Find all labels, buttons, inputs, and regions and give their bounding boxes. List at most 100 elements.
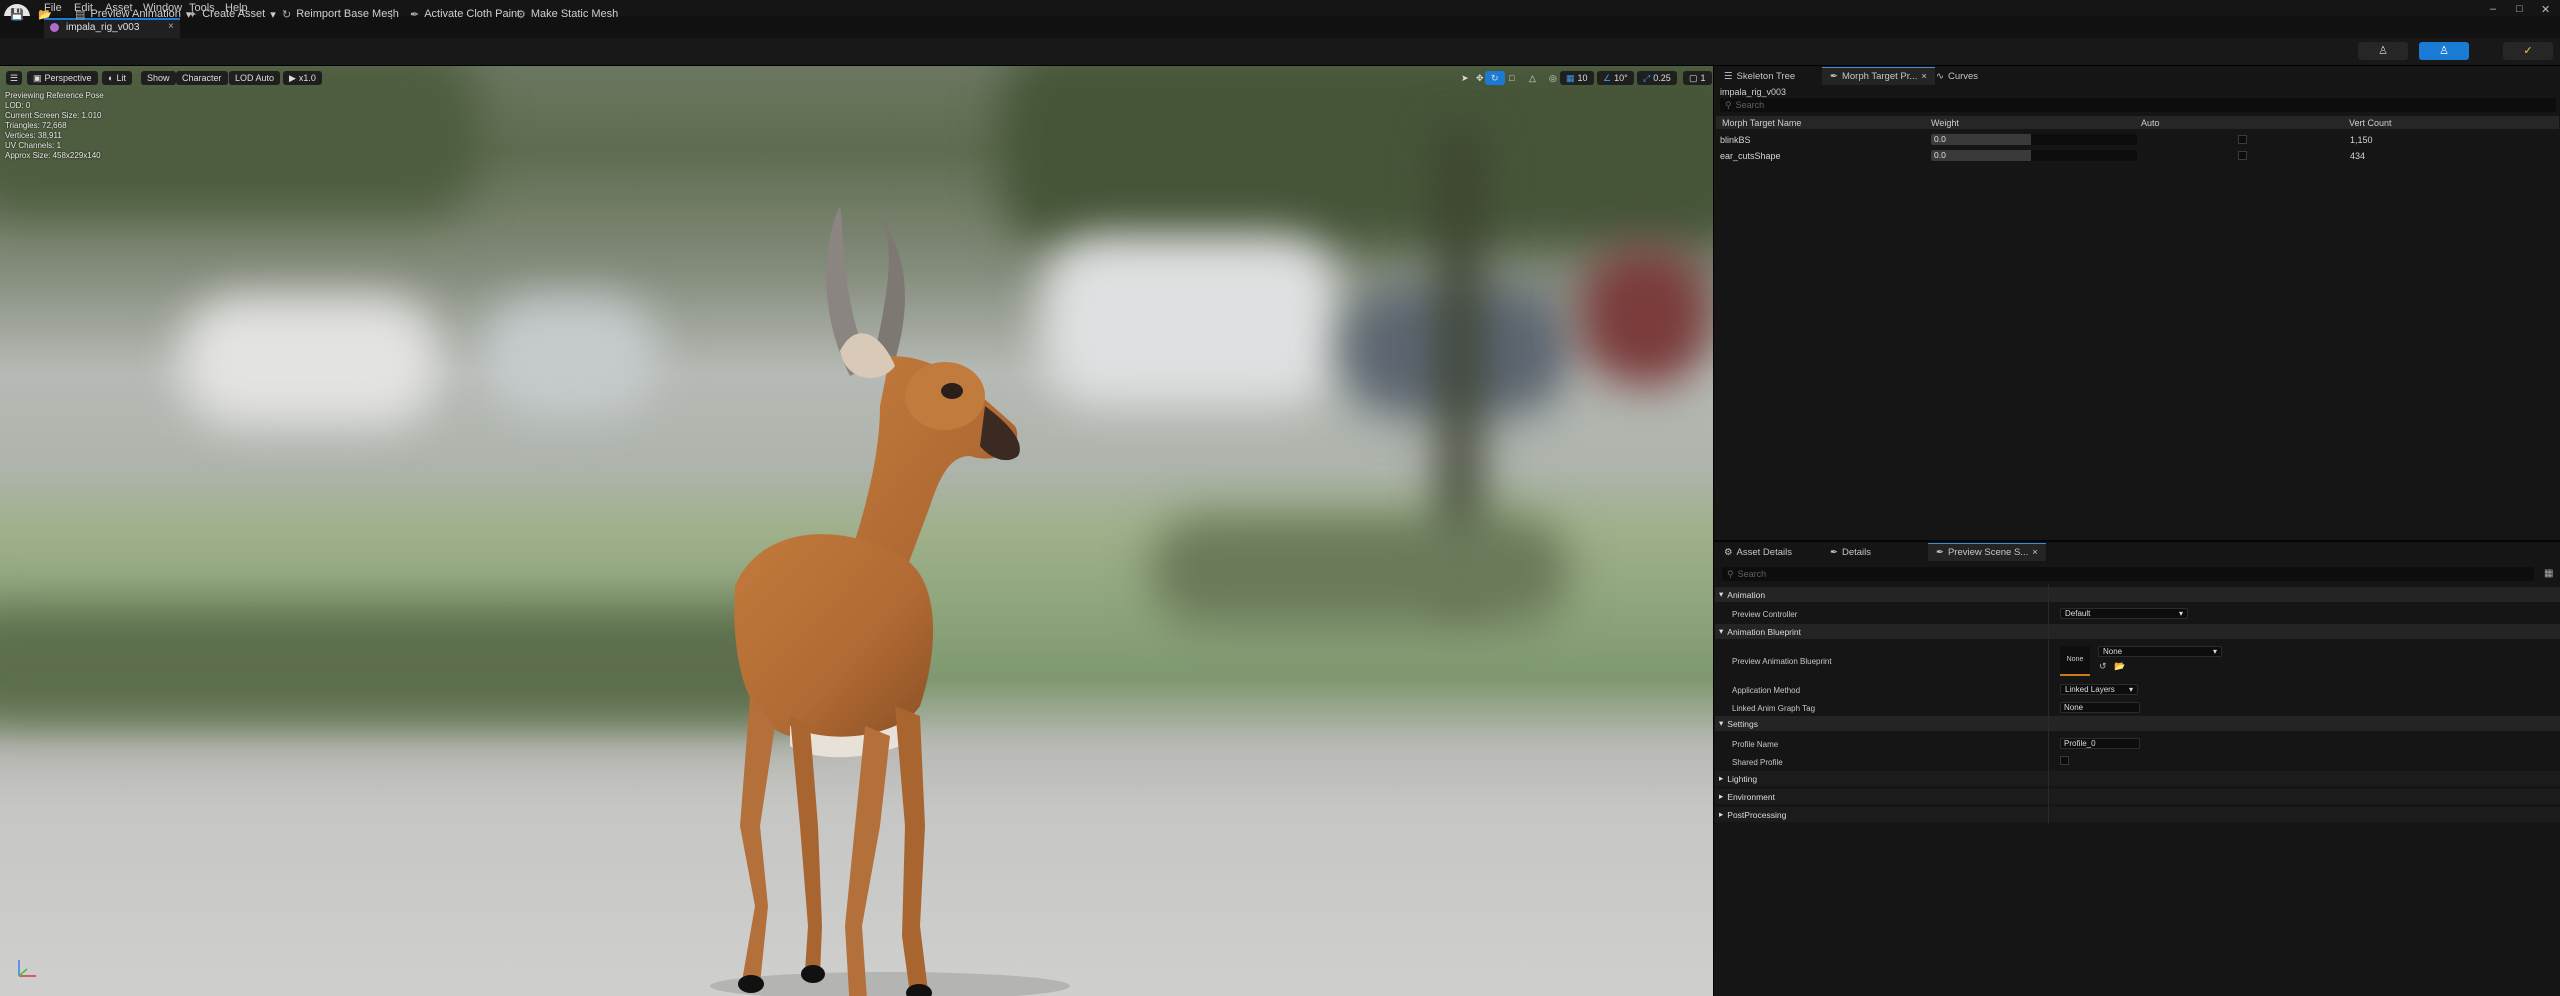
tab-close-icon[interactable]: ×: [2032, 547, 2038, 558]
grid-snap-button[interactable]: ▦ 10: [1560, 71, 1594, 85]
skeleton-icon: ☰: [1724, 70, 1733, 82]
search-icon: ⚲: [1725, 99, 1732, 110]
morph-search-input[interactable]: ⚲ Search: [1720, 98, 2556, 112]
application-method-dropdown[interactable]: Linked Layers ▾: [2060, 684, 2138, 695]
tab-curves[interactable]: ∿ Curves: [1928, 67, 1986, 85]
right-panel: [1713, 66, 2560, 996]
playback-speed-button[interactable]: ▶ x1.0: [283, 71, 322, 85]
tab-details-label: Details: [1841, 546, 1872, 558]
auto-checkbox[interactable]: [2238, 151, 2247, 160]
preview-controller-value: Default: [2065, 609, 2091, 618]
activate-cloth-paint-button[interactable]: ✒ Activate Cloth Paint: [410, 6, 520, 22]
use-selected-icon[interactable]: ↺: [2099, 661, 2107, 672]
rotate-icon[interactable]: ↻: [1485, 71, 1505, 85]
reimport-base-mesh-button[interactable]: ↻ Reimport Base Mesh: [282, 6, 399, 22]
anim-bp-thumbnail[interactable]: None: [2060, 646, 2090, 676]
character-button[interactable]: Character: [176, 71, 228, 85]
details-column-divider[interactable]: [2048, 584, 2049, 824]
details-search-input[interactable]: ⚲ Search: [1722, 567, 2534, 581]
close-window-button[interactable]: ✕: [2541, 3, 2550, 16]
chevron-down-icon: ▾: [1719, 626, 1724, 636]
preview-controller-dropdown[interactable]: Default ▾: [2060, 608, 2188, 619]
column-vert-count[interactable]: Vert Count: [2349, 118, 2392, 128]
brush-icon: ✒: [410, 8, 420, 21]
linked-anim-graph-tag-input[interactable]: None: [2060, 702, 2140, 713]
chevron-down-icon: ▾: [1719, 718, 1724, 728]
create-asset-button[interactable]: ✦ Create Asset ▾: [188, 6, 276, 22]
chevron-down-icon: ▾: [270, 8, 276, 21]
details-search-placeholder: Search: [1737, 569, 1767, 579]
document-tab-close-icon[interactable]: ×: [168, 21, 174, 32]
scale-icon[interactable]: □: [1503, 71, 1520, 85]
save-icon[interactable]: 💾: [10, 6, 24, 22]
camera-speed-icon: ▢: [1689, 72, 1698, 83]
viewport[interactable]: ☰ ▣ Perspective ◐ Lit Show Character LOD A…: [0, 66, 1713, 996]
viewport-options-icon[interactable]: ☰: [6, 71, 23, 85]
view-options-icon[interactable]: ▦: [2544, 568, 2553, 579]
morph-asset-name: impala_rig_v003: [1720, 87, 1787, 97]
tab-morph-target-preview[interactable]: ✒ Morph Target Pr... ×: [1822, 67, 1935, 85]
tab-skeleton-tree[interactable]: ☰ Skeleton Tree: [1716, 67, 1803, 85]
browse-asset-icon[interactable]: 📂: [2114, 661, 2125, 672]
lod-button[interactable]: LOD Auto: [229, 71, 281, 85]
viewport-stat: LOD: 0: [5, 101, 31, 110]
tab-preview-scene-settings[interactable]: ✒ Preview Scene S... ×: [1928, 543, 2046, 561]
viewport-stat: Approx Size: 458x229x140: [5, 151, 101, 160]
mesh-mode-icon[interactable]: ♙: [2419, 42, 2469, 60]
angle-snap-button[interactable]: ∠ 10°: [1597, 71, 1634, 85]
minimize-button[interactable]: –: [2490, 3, 2496, 15]
weight-slider[interactable]: 0.0: [1931, 134, 2137, 145]
section-postprocessing[interactable]: ▸ PostProcessing: [1715, 807, 2560, 822]
perspective-button[interactable]: ▣ Perspective: [27, 71, 98, 85]
preview-animation-button[interactable]: ▤ Preview Animation ▾: [75, 6, 191, 22]
maximize-button[interactable]: □: [2516, 3, 2523, 15]
section-animation[interactable]: ▾ Animation: [1715, 587, 2560, 602]
panel-splitter[interactable]: [1714, 540, 2560, 542]
section-settings[interactable]: ▾ Settings: [1715, 716, 2560, 731]
application-method-value: Linked Layers: [2065, 685, 2115, 694]
lit-button[interactable]: ◐ Lit: [102, 71, 132, 85]
preview-controller-label: Preview Controller: [1732, 610, 1798, 619]
viewport-stat: Vertices: 38,911: [5, 131, 62, 140]
toolbar-more-icon[interactable]: ⋮: [386, 6, 397, 22]
reimport-base-mesh-label: Reimport Base Mesh: [296, 8, 399, 20]
chevron-down-icon: ▾: [2178, 609, 2183, 618]
chevron-down-icon: ▾: [1719, 589, 1724, 599]
tab-asset-details[interactable]: ⚙ Asset Details: [1716, 543, 1800, 561]
morph-row-name: blinkBS: [1720, 135, 1751, 145]
weight-slider[interactable]: 0.0: [1931, 150, 2137, 161]
tab-close-icon[interactable]: ×: [1921, 71, 1927, 82]
make-static-mesh-button[interactable]: ⚙ Make Static Mesh: [516, 6, 618, 22]
column-weight[interactable]: Weight: [1931, 118, 1959, 128]
section-animation-blueprint[interactable]: ▾ Animation Blueprint: [1715, 624, 2560, 639]
section-environment[interactable]: ▸ Environment: [1715, 789, 2560, 804]
camera-speed-button[interactable]: ▢ 1: [1683, 71, 1712, 85]
section-postprocessing-label: PostProcessing: [1727, 809, 1787, 820]
angle-snap-value: 10°: [1614, 73, 1628, 83]
tab-morph-target-label: Morph Target Pr...: [1841, 71, 1918, 82]
table-row[interactable]: [1716, 132, 2559, 147]
world-local-icon[interactable]: △: [1523, 71, 1542, 85]
profile-name-input[interactable]: Profile_0: [2060, 738, 2140, 749]
scale-snap-button[interactable]: ⤢ 0.25: [1637, 71, 1677, 85]
show-button[interactable]: Show: [141, 71, 176, 85]
shared-profile-checkbox[interactable]: [2060, 756, 2069, 765]
browse-icon[interactable]: 📂: [38, 6, 52, 22]
animation-mode-icon[interactable]: ✓: [2503, 42, 2553, 60]
impala-model[interactable]: [640, 126, 1120, 996]
skeleton-mode-icon[interactable]: ♙: [2358, 42, 2408, 60]
scale-snap-icon: ⤢: [1643, 72, 1651, 83]
play-icon: ▶: [289, 72, 296, 83]
auto-checkbox[interactable]: [2238, 135, 2247, 144]
column-auto[interactable]: Auto: [2141, 118, 2160, 128]
column-morph-name[interactable]: Morph Target Name: [1722, 118, 1801, 128]
section-animation-blueprint-label: Animation Blueprint: [1727, 626, 1801, 637]
chevron-right-icon: ▸: [1719, 809, 1724, 819]
morph-icon: ✒: [1830, 71, 1838, 82]
tab-details[interactable]: ✒ Details: [1822, 543, 1879, 561]
section-lighting[interactable]: ▸ Lighting: [1715, 771, 2560, 786]
table-row[interactable]: [1716, 148, 2559, 163]
viewport-stat: Current Screen Size: 1.010: [5, 111, 102, 120]
preview-anim-bp-dropdown[interactable]: None ▾: [2098, 646, 2222, 657]
camera-icon: ▣: [33, 72, 42, 83]
